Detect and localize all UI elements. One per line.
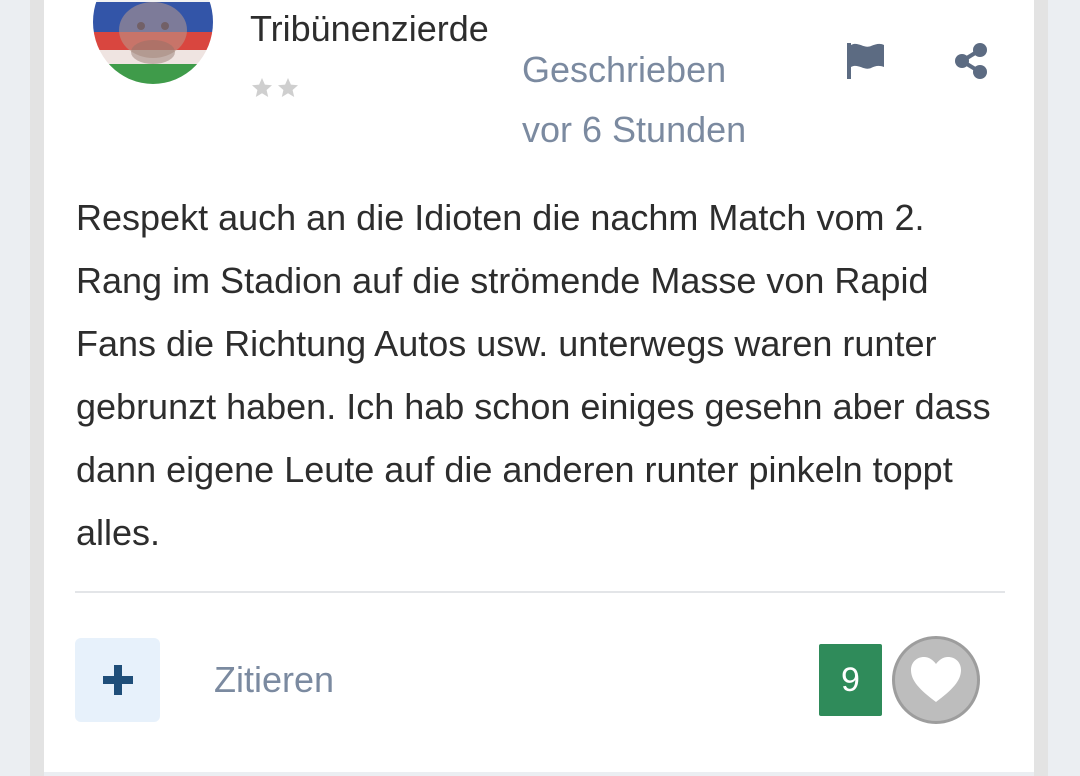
- share-button[interactable]: [950, 40, 992, 82]
- post-body-text: Respekt auch an die Idioten die nachm Ma…: [76, 197, 991, 553]
- quote-button[interactable]: Zitieren: [214, 654, 334, 706]
- post-date-label: Geschrieben: [522, 49, 727, 90]
- plus-icon: [102, 665, 133, 695]
- post-date[interactable]: Geschrieben vor 6 Stunden: [522, 40, 802, 160]
- like-button[interactable]: [892, 636, 980, 724]
- heart-icon: [911, 657, 961, 702]
- report-button[interactable]: [842, 40, 888, 82]
- page-gutter-right: [1034, 0, 1048, 776]
- post-date-relative: vor 6 Stunden: [522, 109, 747, 150]
- star-icon: [252, 78, 272, 97]
- author-name[interactable]: Tribünenzierde: [250, 8, 489, 50]
- page-gutter-left: [30, 0, 44, 776]
- forum-post-page: Tribünenzierde Geschrieben vor 6 Stunden…: [0, 0, 1080, 776]
- like-count-badge[interactable]: 9: [819, 644, 882, 716]
- post-divider: [75, 591, 1005, 593]
- flag-icon: [847, 43, 884, 79]
- rank-stars: [250, 76, 300, 100]
- star-icon: [278, 78, 298, 97]
- multiquote-add-button[interactable]: [75, 638, 160, 722]
- share-icon: [955, 43, 987, 79]
